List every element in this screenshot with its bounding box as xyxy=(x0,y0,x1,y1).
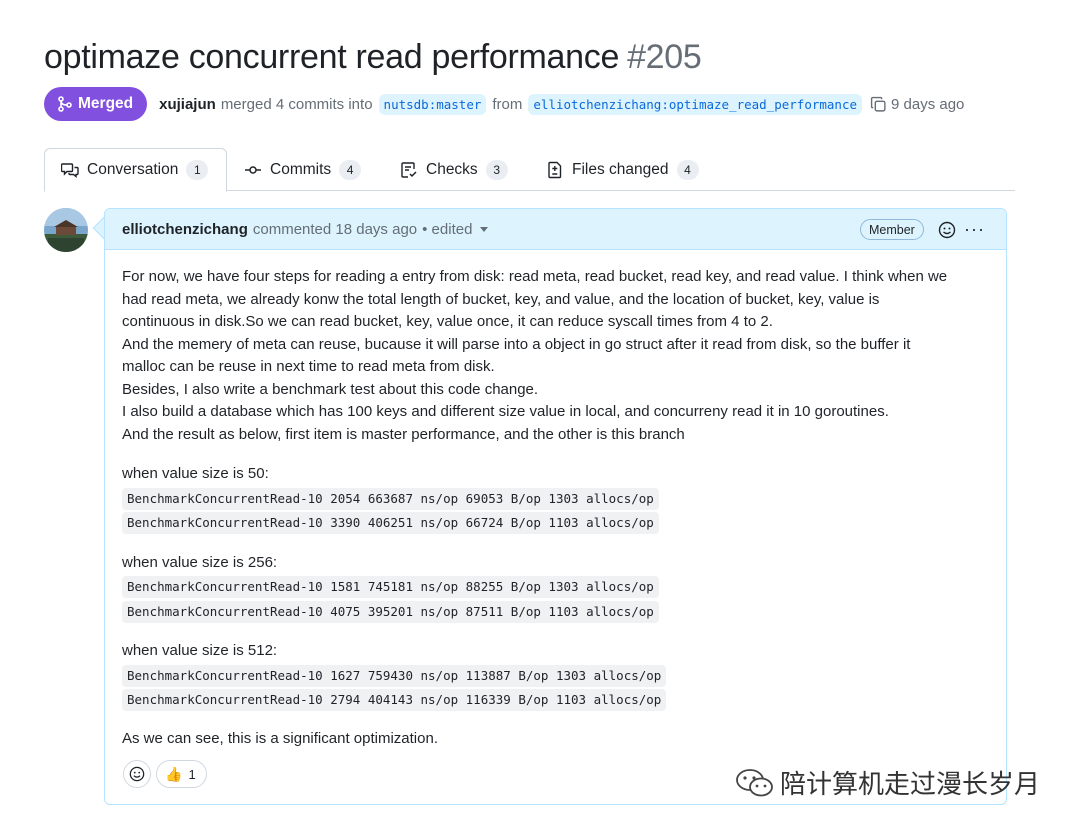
comment-author[interactable]: elliotchenzichang xyxy=(122,221,248,238)
benchmark-code-line: BenchmarkConcurrentRead-10 2054 663687 n… xyxy=(122,487,659,510)
pr-meta-row: Merged xujiajun merged 4 commits into nu… xyxy=(44,87,964,121)
tab-commits[interactable]: Commits 4 xyxy=(244,148,362,191)
tab-files-changed[interactable]: Files changed 4 xyxy=(546,148,699,191)
tab-checks-label: Checks xyxy=(426,160,478,178)
benchmark-case-label: when value size is 512: xyxy=(122,642,278,659)
head-branch[interactable]: elliotchenzichang:optimaze_read_performa… xyxy=(528,93,862,115)
reactions-bar: 👍 1 xyxy=(123,760,207,788)
benchmark-case-label: when value size is 50: xyxy=(122,465,269,482)
benchmark-case-label: when value size is 256: xyxy=(122,553,278,571)
kebab-menu-icon[interactable]: ··· xyxy=(964,219,985,240)
from-text: from xyxy=(492,95,523,113)
chevron-down-icon xyxy=(480,227,489,233)
tab-files-changed-label: Files changed xyxy=(572,160,669,178)
tab-files-changed-count: 4 xyxy=(676,159,699,180)
pr-title-row: optimaze concurrent read performance #205 xyxy=(44,38,702,77)
add-reaction-button[interactable] xyxy=(123,760,151,788)
merged-status-label: Merged xyxy=(78,95,134,112)
benchmark-code-line: BenchmarkConcurrentRead-10 2794 404143 n… xyxy=(122,689,667,711)
copy-icon[interactable] xyxy=(870,96,887,113)
benchmark-code-line: BenchmarkConcurrentRead-10 1627 759430 n… xyxy=(122,664,667,687)
watermark: 陪计算机走过漫长岁月 xyxy=(734,764,1040,801)
benchmark-code-line: BenchmarkConcurrentRead-10 4075 395201 n… xyxy=(122,600,659,623)
edited-label: • edited xyxy=(422,220,473,238)
pr-tabs: Conversation 1 Commits 4 Checks 3 Files … xyxy=(44,148,1015,192)
tab-checks-count: 3 xyxy=(485,159,508,180)
checklist-icon xyxy=(401,161,417,178)
pr-number: #205 xyxy=(627,38,702,76)
git-commit-icon xyxy=(245,165,261,174)
tab-commits-count: 4 xyxy=(339,159,362,180)
comment-line: For now, we have four steps for reading … xyxy=(122,268,948,285)
reaction-count: 1 xyxy=(188,766,196,782)
comment-line: malloc can be reuse in next time to read… xyxy=(122,358,495,375)
merged-status-badge: Merged xyxy=(44,87,148,121)
tab-conversation[interactable]: Conversation 1 xyxy=(44,148,227,192)
merge-text: merged 4 commits into xyxy=(220,95,373,113)
base-branch[interactable]: nutsdb:master xyxy=(378,93,487,115)
comment-body: For now, we have four steps for reading … xyxy=(105,250,1006,750)
comment-box: elliotchenzichang commented 18 days ago … xyxy=(104,208,1007,805)
smiley-icon[interactable] xyxy=(938,221,956,239)
comment-timestamp[interactable]: commented 18 days ago xyxy=(253,221,417,238)
comment-line: continuous in disk.So we can read bucket… xyxy=(122,313,773,330)
comment-line: Besides, I also write a benchmark test a… xyxy=(122,380,539,398)
tab-conversation-label: Conversation xyxy=(87,161,179,178)
tab-conversation-count: 1 xyxy=(186,160,209,180)
watermark-text: 陪计算机走过漫长岁月 xyxy=(780,770,1041,800)
merger-link[interactable]: xujiajun xyxy=(159,96,216,113)
edited-menu[interactable]: • edited xyxy=(422,220,489,238)
tab-commits-label: Commits xyxy=(270,160,332,178)
comment-line: I also build a database which has 100 ke… xyxy=(122,403,889,420)
wechat-icon xyxy=(736,768,773,796)
smiley-icon xyxy=(129,766,145,782)
comment-discussion-icon xyxy=(61,163,79,178)
benchmark-code-line: BenchmarkConcurrentRead-10 1581 745181 n… xyxy=(122,576,659,598)
comment-line: And the result as below, first item is m… xyxy=(122,425,685,443)
thumbs-up-reaction-button[interactable]: 👍 1 xyxy=(156,760,207,788)
comment-header: elliotchenzichang commented 18 days ago … xyxy=(105,209,1006,250)
avatar[interactable] xyxy=(44,208,88,252)
thumbs-up-icon: 👍 xyxy=(165,765,183,782)
pr-title: optimaze concurrent read performance xyxy=(44,38,620,76)
comment-conclusion: As we can see, this is a significant opt… xyxy=(122,729,438,747)
comment-header-actions: ··· xyxy=(938,219,985,240)
comment-line: And the memery of meta can reuse, bucaus… xyxy=(122,335,911,353)
file-diff-icon xyxy=(548,161,562,178)
git-merge-icon xyxy=(58,96,72,112)
member-badge: Member xyxy=(860,219,924,240)
benchmark-code-line: BenchmarkConcurrentRead-10 3390 406251 n… xyxy=(122,512,659,534)
comment-line: had read meta, we already konw the total… xyxy=(122,290,880,308)
tab-checks[interactable]: Checks 3 xyxy=(400,148,508,191)
merge-time: 9 days ago xyxy=(891,95,965,113)
